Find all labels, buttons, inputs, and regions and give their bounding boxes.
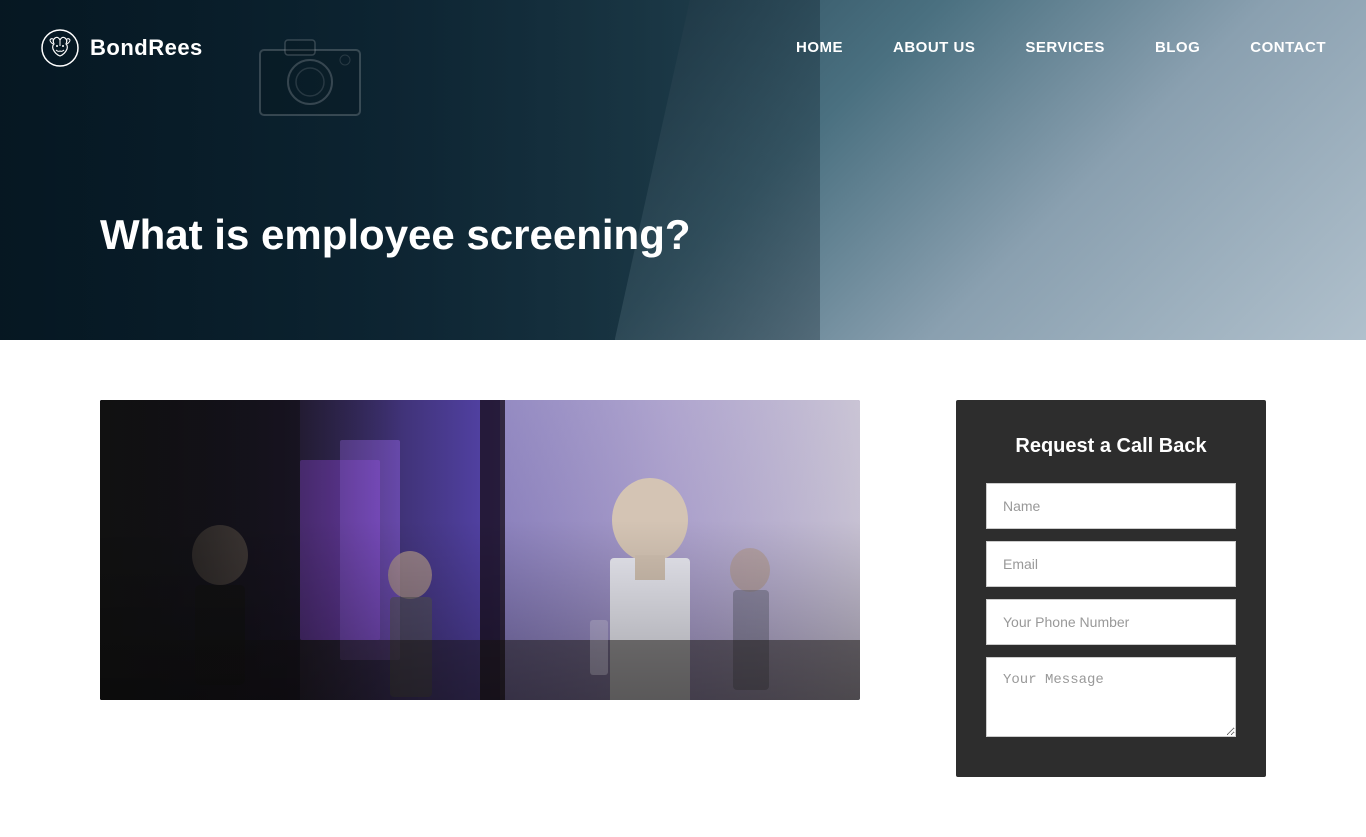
hero-content: What is employee screening? (100, 210, 691, 260)
phone-input[interactable] (986, 599, 1236, 645)
callback-form: Request a Call Back (956, 400, 1266, 777)
nav-item-contact[interactable]: CONTACT (1250, 39, 1326, 57)
nav-link-services[interactable]: SERVICES (1025, 39, 1105, 56)
navbar: BondRees HOME ABOUT US SERVICES BLOG CON… (0, 0, 1366, 96)
meeting-scene (100, 400, 860, 700)
form-title: Request a Call Back (986, 435, 1236, 458)
nav-links: HOME ABOUT US SERVICES BLOG CONTACT (796, 39, 1326, 57)
nav-link-about[interactable]: ABOUT US (893, 39, 975, 56)
message-textarea[interactable] (986, 657, 1236, 737)
content-image (100, 400, 860, 700)
nav-item-services[interactable]: SERVICES (1025, 39, 1105, 57)
email-input[interactable] (986, 541, 1236, 587)
logo-text: BondRees (90, 35, 203, 61)
main-content: Request a Call Back (0, 340, 1366, 837)
nav-link-contact[interactable]: CONTACT (1250, 39, 1326, 56)
logo-icon (40, 28, 80, 68)
hero-title: What is employee screening? (100, 210, 691, 260)
nav-item-home[interactable]: HOME (796, 39, 843, 57)
nav-link-home[interactable]: HOME (796, 39, 843, 56)
name-input[interactable] (986, 483, 1236, 529)
nav-item-blog[interactable]: BLOG (1155, 39, 1200, 57)
logo[interactable]: BondRees (40, 28, 203, 68)
nav-item-about[interactable]: ABOUT US (893, 39, 975, 57)
nav-link-blog[interactable]: BLOG (1155, 39, 1200, 56)
